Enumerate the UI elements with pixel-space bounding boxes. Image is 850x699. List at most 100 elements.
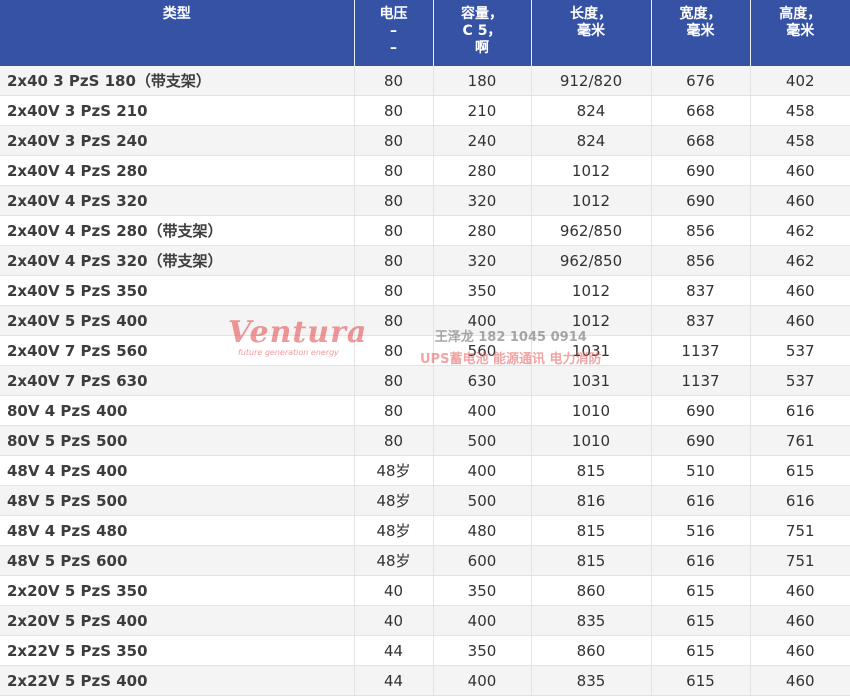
cell-capacity: 320 (433, 245, 532, 276)
cell-voltage: 44 (354, 665, 434, 696)
cell-type: 2x40V 4 PzS 320 (0, 185, 355, 216)
cell-voltage: 80 (354, 95, 434, 126)
cell-width: 1137 (651, 365, 751, 396)
cell-length: 824 (531, 125, 652, 156)
table-row: 2x40V 4 PzS 280 80 280 1012 690 460 (0, 155, 850, 186)
table-row: 2x22V 5 PzS 350 44 350 860 615 460 (0, 635, 850, 666)
cell-length: 835 (531, 605, 652, 636)
cell-voltage: 80 (354, 125, 434, 156)
table-row: 48V 4 PzS 400 48岁 400 815 510 615 (0, 455, 850, 486)
cell-height: 761 (750, 425, 850, 456)
cell-height: 460 (750, 185, 850, 216)
table-header: 类型 电压 – – 容量， C 5， 啊 长度， 毫米 宽度， 毫米 高度， 毫… (0, 0, 850, 66)
cell-voltage: 80 (354, 365, 434, 396)
cell-type: 48V 4 PzS 400 (0, 455, 355, 486)
table-row: 2x40V 4 PzS 280（带支架） 80 280 962/850 856 462 (0, 215, 850, 246)
header-capacity: 容量， C 5， 啊 (433, 0, 532, 66)
cell-width: 615 (651, 575, 751, 606)
cell-height: 460 (750, 155, 850, 186)
header-voltage: 电压 – – (354, 0, 434, 66)
cell-height: 458 (750, 125, 850, 156)
cell-width: 690 (651, 155, 751, 186)
cell-width: 837 (651, 275, 751, 306)
cell-voltage: 80 (354, 275, 434, 306)
cell-height: 615 (750, 455, 850, 486)
cell-length: 912/820 (531, 66, 652, 96)
header-height: 高度， 毫米 (750, 0, 850, 66)
cell-voltage: 80 (354, 185, 434, 216)
cell-capacity: 210 (433, 95, 532, 126)
cell-capacity: 500 (433, 485, 532, 516)
cell-type: 2x40V 4 PzS 320（带支架） (0, 245, 355, 276)
cell-length: 1012 (531, 305, 652, 336)
cell-type: 2x40V 3 PzS 210 (0, 95, 355, 126)
cell-width: 856 (651, 215, 751, 246)
cell-voltage: 48岁 (354, 515, 434, 546)
cell-type: 2x40 3 PzS 180（带支架） (0, 66, 355, 96)
table-row: 2x40V 3 PzS 240 80 240 824 668 458 (0, 125, 850, 156)
cell-length: 1012 (531, 155, 652, 186)
cell-height: 616 (750, 395, 850, 426)
cell-length: 1031 (531, 335, 652, 366)
cell-voltage: 48岁 (354, 545, 434, 576)
table-row: 80V 4 PzS 400 80 400 1010 690 616 (0, 395, 850, 426)
cell-length: 962/850 (531, 215, 652, 246)
cell-width: 615 (651, 665, 751, 696)
cell-width: 837 (651, 305, 751, 336)
cell-voltage: 40 (354, 605, 434, 636)
cell-width: 510 (651, 455, 751, 486)
cell-capacity: 350 (433, 635, 532, 666)
cell-voltage: 80 (354, 425, 434, 456)
cell-height: 751 (750, 545, 850, 576)
table-row: 2x40V 3 PzS 210 80 210 824 668 458 (0, 95, 850, 126)
cell-capacity: 630 (433, 365, 532, 396)
header-row: 类型 电压 – – 容量， C 5， 啊 长度， 毫米 宽度， 毫米 高度， 毫… (0, 0, 850, 66)
cell-length: 815 (531, 455, 652, 486)
cell-length: 1010 (531, 395, 652, 426)
cell-width: 676 (651, 66, 751, 96)
cell-capacity: 600 (433, 545, 532, 576)
cell-type: 80V 5 PzS 500 (0, 425, 355, 456)
cell-height: 458 (750, 95, 850, 126)
cell-voltage: 80 (354, 245, 434, 276)
cell-type: 48V 4 PzS 480 (0, 515, 355, 546)
cell-height: 462 (750, 215, 850, 246)
battery-spec-table: 类型 电压 – – 容量， C 5， 啊 长度， 毫米 宽度， 毫米 高度， 毫… (0, 0, 850, 696)
table-body: 2x40 3 PzS 180（带支架） 80 180 912/820 676 402 2x4… (0, 66, 850, 696)
cell-type: 2x22V 5 PzS 350 (0, 635, 355, 666)
cell-capacity: 400 (433, 395, 532, 426)
cell-length: 835 (531, 665, 652, 696)
cell-height: 537 (750, 365, 850, 396)
cell-length: 815 (531, 545, 652, 576)
cell-capacity: 350 (433, 575, 532, 606)
cell-height: 462 (750, 245, 850, 276)
cell-length: 824 (531, 95, 652, 126)
header-length: 长度， 毫米 (531, 0, 652, 66)
cell-length: 1012 (531, 185, 652, 216)
cell-capacity: 480 (433, 515, 532, 546)
cell-capacity: 320 (433, 185, 532, 216)
cell-voltage: 40 (354, 575, 434, 606)
cell-type: 2x40V 7 PzS 560 (0, 335, 355, 366)
cell-type: 2x40V 4 PzS 280（带支架） (0, 215, 355, 246)
table-row: 2x40V 7 PzS 630 80 630 1031 1137 537 (0, 365, 850, 396)
table-row: 2x40V 7 PzS 560 80 560 1031 1137 537 (0, 335, 850, 366)
cell-type: 80V 4 PzS 400 (0, 395, 355, 426)
cell-width: 1137 (651, 335, 751, 366)
cell-width: 690 (651, 425, 751, 456)
table-row: 2x40V 5 PzS 350 80 350 1012 837 460 (0, 275, 850, 306)
cell-capacity: 500 (433, 425, 532, 456)
cell-capacity: 400 (433, 605, 532, 636)
table-row: 2x40V 5 PzS 400 80 400 1012 837 460 (0, 305, 850, 336)
table-row: 48V 5 PzS 500 48岁 500 816 616 616 (0, 485, 850, 516)
cell-voltage: 80 (354, 155, 434, 186)
cell-height: 460 (750, 275, 850, 306)
cell-length: 860 (531, 635, 652, 666)
cell-capacity: 400 (433, 665, 532, 696)
cell-height: 751 (750, 515, 850, 546)
header-width: 宽度， 毫米 (651, 0, 751, 66)
cell-width: 668 (651, 95, 751, 126)
cell-voltage: 80 (354, 395, 434, 426)
cell-length: 816 (531, 485, 652, 516)
cell-length: 962/850 (531, 245, 652, 276)
